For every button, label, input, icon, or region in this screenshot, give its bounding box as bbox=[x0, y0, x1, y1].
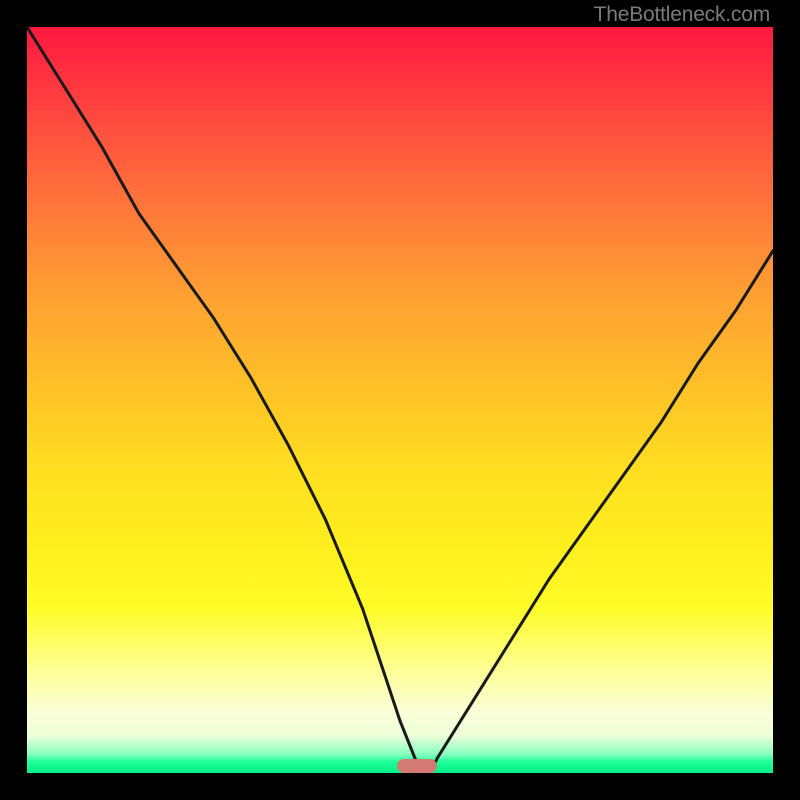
attribution-text: TheBottleneck.com bbox=[594, 3, 770, 27]
optimal-marker bbox=[397, 759, 437, 773]
chart-frame: TheBottleneck.com bbox=[0, 0, 800, 800]
plot-area bbox=[27, 27, 773, 773]
bottleneck-curve bbox=[27, 27, 773, 773]
